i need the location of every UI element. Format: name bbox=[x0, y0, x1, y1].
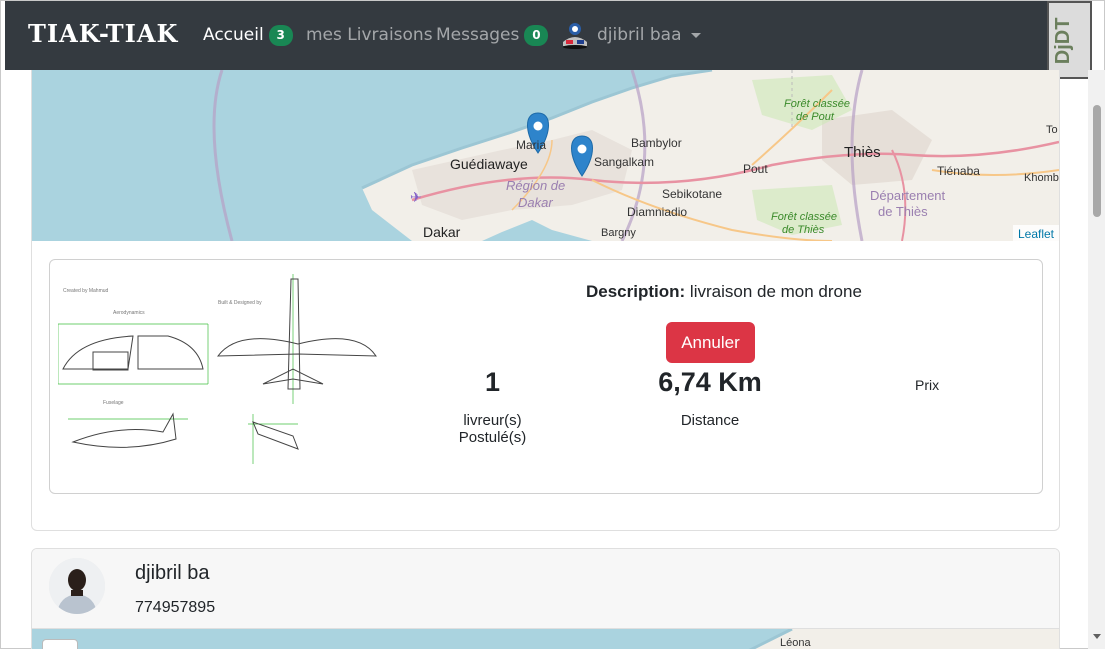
courier-map-tiles bbox=[748, 629, 1059, 649]
description-value: livraison de mon drone bbox=[689, 282, 862, 301]
drone-blueprint-image[interactable]: Created by Mahmud Built & Designed by Ae… bbox=[58, 274, 388, 464]
delivery-details: Created by Mahmud Built & Designed by Ae… bbox=[49, 259, 1043, 494]
map-label-bargny: Bargny bbox=[601, 227, 636, 239]
scrollbar-thumb[interactable] bbox=[1093, 105, 1101, 217]
svg-text:✈: ✈ bbox=[410, 190, 422, 206]
map-label-sangalkam: Sangalkam bbox=[594, 155, 655, 169]
svg-text:Created by Mahmud: Created by Mahmud bbox=[63, 288, 109, 294]
map-label-to: To bbox=[1046, 124, 1058, 136]
browser-window: TIAK-TIAK Accueil 3 mes Livraisons Messa… bbox=[0, 0, 1105, 649]
courier-card: djibril ba 774957895 Léona bbox=[31, 548, 1060, 649]
courier-map[interactable]: Léona bbox=[32, 629, 1059, 649]
courier-name: djibril ba bbox=[135, 562, 210, 584]
page-scrollbar[interactable] bbox=[1088, 70, 1105, 649]
cancel-button[interactable]: Annuler bbox=[666, 322, 755, 363]
distance-value: 6,74 Km bbox=[658, 367, 762, 397]
applicants-stat: 1 livreur(s) Postulé(s) bbox=[430, 367, 555, 446]
nav-accueil-label: Accueil bbox=[203, 25, 264, 45]
user-name-label: djibril baa bbox=[597, 25, 682, 45]
map-label-region-dakar-2: Dakar bbox=[518, 195, 553, 210]
map-label-khombole: Khomb bbox=[1024, 172, 1059, 184]
map-label-sebikotane: Sebikotane bbox=[662, 187, 723, 201]
courier-avatar[interactable] bbox=[49, 558, 105, 614]
user-avatar-icon bbox=[563, 23, 587, 49]
map-label-foret-thies-1: Forêt classée bbox=[771, 211, 838, 223]
leaflet-attribution-link[interactable]: Leaflet bbox=[1012, 225, 1059, 241]
map-label-mariste: Maria bbox=[516, 138, 547, 152]
nav-livraisons-label: mes Livraisons bbox=[306, 25, 433, 45]
nav-mes-livraisons[interactable]: mes Livraisons bbox=[306, 23, 433, 47]
accueil-count-badge: 3 bbox=[268, 24, 293, 46]
distance-label: Distance bbox=[680, 412, 740, 429]
map-label-foret-pout-2: de Pout bbox=[796, 111, 834, 123]
map-label-dept-thies-2: de Thiès bbox=[878, 204, 928, 219]
distance-stat: 6,74 Km Distance bbox=[650, 367, 770, 429]
map-label-foret-thies-2: de Thiès bbox=[782, 224, 825, 236]
courier-phone: 774957895 bbox=[135, 599, 216, 616]
delivery-card: ✈ Maria Bambylor Guédiawaye Sangalkam Th… bbox=[31, 70, 1060, 531]
delivery-map[interactable]: ✈ Maria Bambylor Guédiawaye Sangalkam Th… bbox=[32, 70, 1059, 241]
map-label-thies: Thiès bbox=[844, 144, 881, 161]
map-label-foret-pout-1: Forêt classée bbox=[784, 98, 851, 110]
nav-messages-label: Messages bbox=[436, 25, 520, 45]
scroll-down-arrow-icon[interactable] bbox=[1093, 634, 1101, 639]
price-label: Prix bbox=[915, 377, 940, 393]
map-label-dept-thies-1: Département bbox=[870, 188, 946, 203]
svg-text:Aerodynamics: Aerodynamics bbox=[113, 310, 145, 316]
map-label-leona: Léona bbox=[780, 637, 811, 649]
svg-text:Fuselage: Fuselage bbox=[103, 400, 124, 406]
svg-text:DjDT: DjDT bbox=[1052, 17, 1074, 64]
user-dropdown[interactable]: djibril baa bbox=[560, 23, 701, 49]
map-zoom-in-button[interactable] bbox=[42, 639, 78, 649]
courier-photo-icon bbox=[49, 558, 105, 614]
brand-logo[interactable]: TIAK-TIAK bbox=[28, 19, 178, 48]
map-label-tienaba: Tiénaba bbox=[937, 164, 980, 178]
courier-header: djibril ba 774957895 bbox=[32, 549, 1059, 629]
svg-text:Built & Designed by: Built & Designed by bbox=[218, 300, 262, 306]
djdt-logo-icon: DjDT bbox=[1052, 17, 1074, 64]
applicants-label: livreur(s) Postulé(s) bbox=[458, 412, 527, 446]
nav-messages[interactable]: Messages 0 bbox=[436, 23, 549, 47]
map-label-bambylor: Bambylor bbox=[631, 136, 682, 150]
map-label-diamniadio: Diamniadio bbox=[627, 205, 688, 219]
map-label-region-dakar-1: Région de bbox=[506, 178, 566, 193]
nav-accueil[interactable]: Accueil 3 bbox=[203, 23, 293, 47]
applicants-count: 1 bbox=[484, 367, 501, 397]
map-label-guediawaye: Guédiawaye bbox=[450, 156, 528, 172]
chevron-down-icon bbox=[690, 32, 701, 38]
description-text: Description: livraison de mon drone bbox=[586, 282, 862, 302]
description-label: Description: bbox=[586, 282, 686, 301]
messages-count-badge: 0 bbox=[524, 24, 549, 46]
djdt-toolbar-handle[interactable]: DjDT bbox=[1047, 1, 1092, 79]
top-navbar: TIAK-TIAK Accueil 3 mes Livraisons Messa… bbox=[5, 1, 1092, 79]
map-label-pout: Pout bbox=[743, 162, 768, 176]
map-label-dakar: Dakar bbox=[423, 224, 461, 240]
